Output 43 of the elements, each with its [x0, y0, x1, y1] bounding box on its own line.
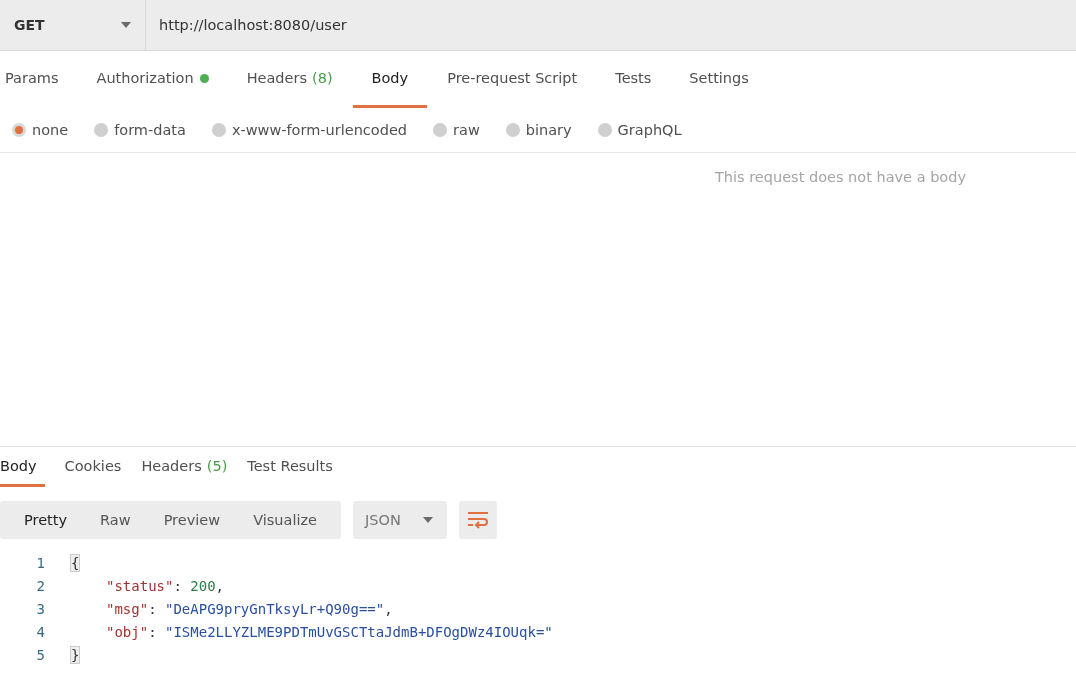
caret-icon	[423, 517, 433, 523]
format-dropdown[interactable]: JSON	[353, 501, 447, 539]
response-tab[interactable]: Body	[0, 447, 45, 487]
body-type-option[interactable]: form-data	[94, 121, 186, 138]
request-tab[interactable]: Authorization	[78, 51, 209, 108]
url-field[interactable]: http://localhost:8080/user	[146, 0, 1076, 51]
empty-body-message: This request does not have a body	[714, 169, 966, 187]
view-mode-tab[interactable]: Visualize	[247, 501, 323, 539]
view-mode-tab[interactable]: Raw	[94, 501, 137, 539]
line-number: 1	[35, 554, 45, 571]
method-dropdown[interactable]: GET	[0, 0, 146, 51]
line-number: 3	[35, 600, 45, 617]
request-tab[interactable]: Params	[5, 51, 59, 108]
radio-icon[interactable]	[433, 122, 448, 137]
request-tab[interactable]: Settings	[671, 51, 749, 108]
view-mode-tab[interactable]: Pretty	[18, 501, 73, 539]
request-tab[interactable]: Headers (8)	[228, 51, 333, 108]
wrap-lines-button[interactable]	[459, 501, 497, 539]
body-type-option[interactable]: binary	[505, 121, 572, 138]
body-type-option[interactable]: raw	[433, 121, 480, 138]
code-line: "msg": "DeAPG9pryGnTksyLr+Q90g==",	[105, 600, 393, 617]
radio-icon[interactable]	[12, 122, 26, 137]
caret-icon	[121, 22, 131, 28]
body-type-option[interactable]: x-www-form-urlencoded	[211, 121, 408, 138]
line-number: 5	[35, 646, 45, 663]
body-type-option[interactable]: none	[12, 121, 69, 138]
radio-icon[interactable]	[505, 122, 520, 137]
request-tab[interactable]: Tests	[597, 51, 652, 108]
response-tab[interactable]: Cookies	[64, 447, 122, 487]
radio-icon[interactable]	[94, 122, 109, 137]
request-tab[interactable]: Body	[352, 51, 428, 108]
radio-icon[interactable]	[597, 122, 612, 137]
line-number: 2	[35, 577, 45, 594]
wrap-icon	[467, 511, 489, 529]
request-tab[interactable]: Pre-request Script	[447, 51, 578, 108]
response-tab[interactable]: Test Results	[247, 447, 333, 487]
code-line: "status": 200,	[105, 577, 225, 594]
radio-icon[interactable]	[211, 122, 226, 137]
line-number: 4	[35, 623, 45, 640]
view-mode-tab[interactable]: Preview	[157, 501, 227, 539]
body-type-option[interactable]: GraphQL	[597, 121, 682, 138]
response-tab[interactable]: Headers (5)	[141, 447, 228, 487]
code-line: "obj": "ISMe2LLYZLME9PDTmUvGSCTtaJdmB+DFOgDWz4IOUqk="	[105, 623, 553, 640]
